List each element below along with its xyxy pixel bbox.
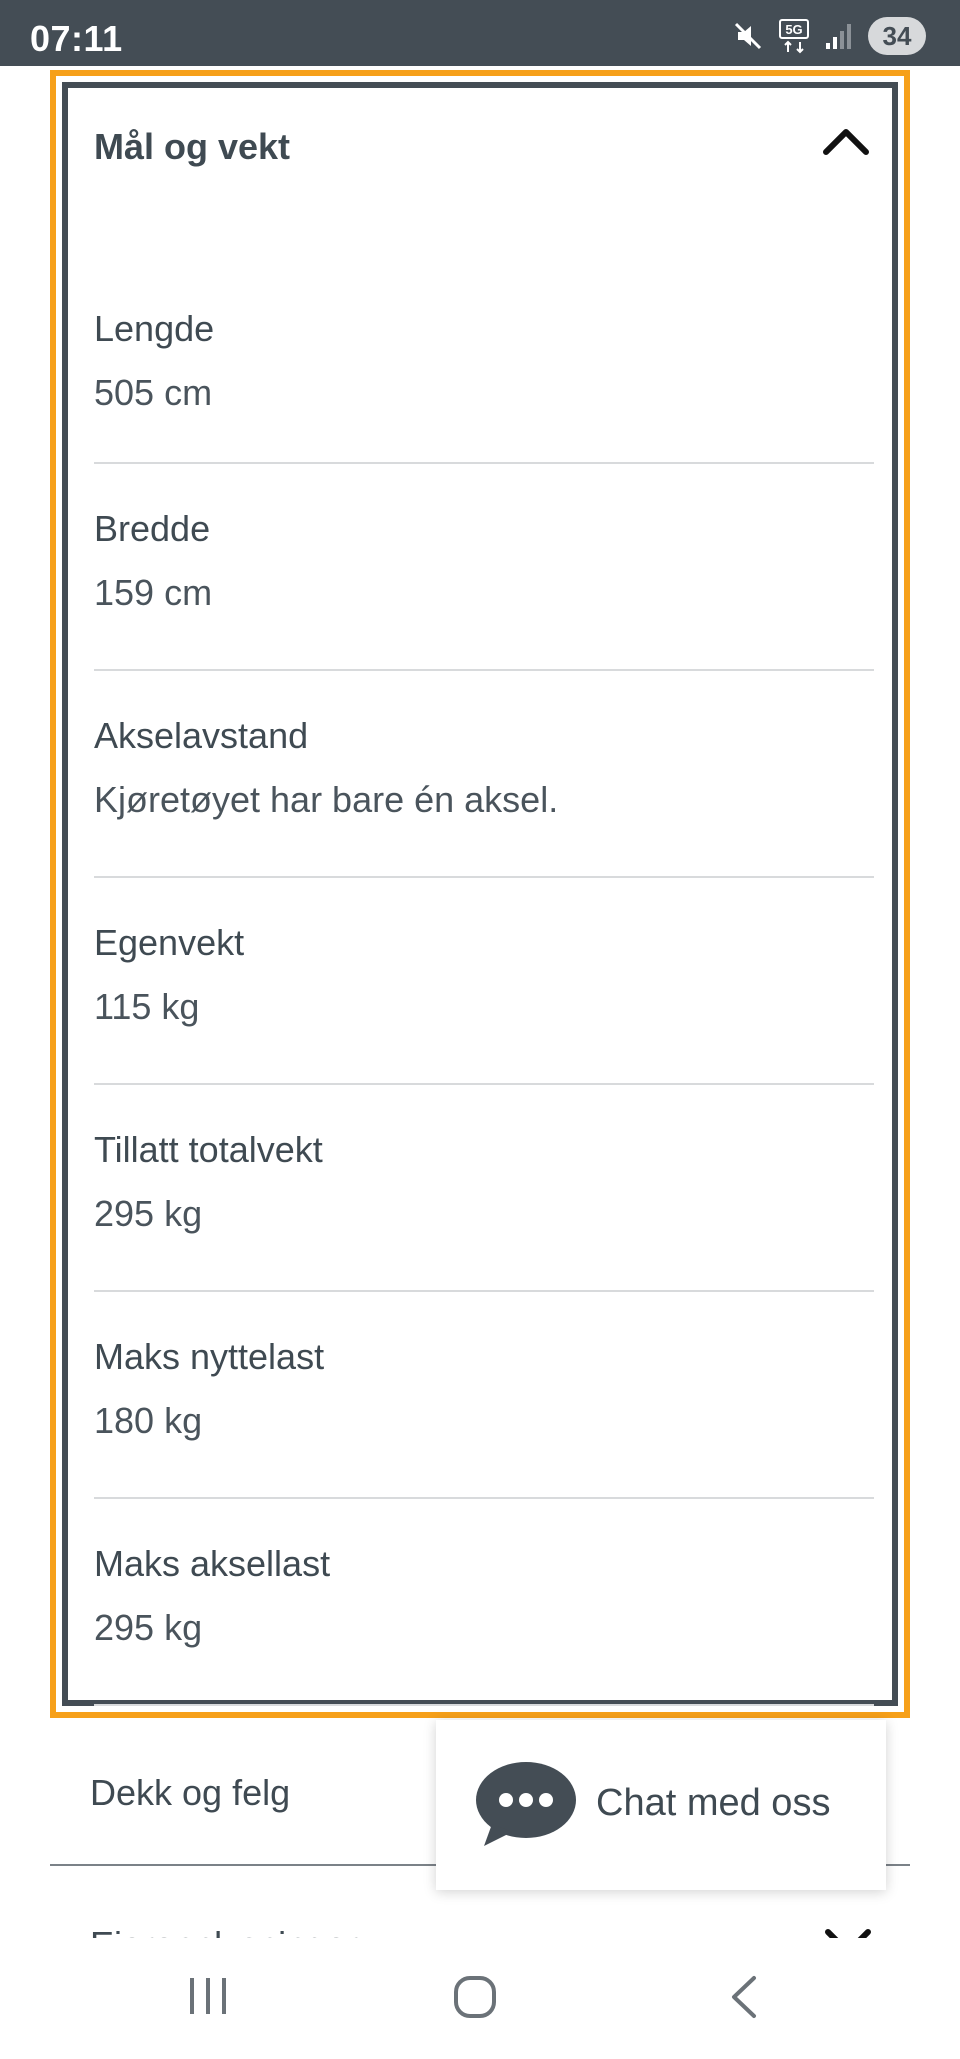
spec-value: 295 kg [94, 1607, 203, 1648]
spec-label: Akselavstand [94, 715, 309, 756]
spec-list: Lengde 505 cm Bredde 159 cm Akselavstand… [94, 218, 874, 1706]
spec-value: 115 kg [94, 986, 200, 1027]
chat-label: Chat med oss [596, 1782, 831, 1824]
5g-icon: 5G [778, 18, 810, 54]
spec-value: 295 kg [94, 1193, 203, 1234]
spec-label: Lengde [94, 308, 215, 349]
spec-label: Tillatt totalvekt [94, 1129, 323, 1170]
signal-icon [824, 21, 854, 51]
status-bar: 07:11 5G 34 [0, 0, 960, 66]
chat-bubble-icon [474, 1760, 578, 1853]
section-title: Eieropplysninger [90, 1924, 358, 1938]
section-title: Dekk og felg [90, 1772, 291, 1813]
home-icon[interactable] [452, 1974, 498, 2025]
spec-value: 159 cm [94, 572, 213, 613]
spec-label: Egenvekt [94, 922, 245, 963]
spec-row-tillatt-totalvekt: Tillatt totalvekt 295 kg [94, 1085, 874, 1292]
spec-label: Maks nyttelast [94, 1336, 325, 1377]
spec-value: Kjøretøyet har bare én aksel. [94, 779, 559, 820]
chevron-up-icon[interactable] [822, 126, 870, 161]
spec-row-lengde: Lengde 505 cm [94, 218, 874, 464]
svg-text:5G: 5G [785, 22, 802, 37]
mute-icon [732, 20, 764, 52]
spec-row-maks-aksellast: Maks aksellast 295 kg [94, 1499, 874, 1706]
back-icon[interactable] [726, 1974, 762, 2025]
status-time: 07:11 [30, 18, 123, 59]
accordion-mal-og-vekt: Mål og vekt Lengde 505 cm Bredde 159 cm … [62, 82, 898, 1706]
section-title: Mål og vekt [94, 126, 291, 167]
spec-row-egenvekt: Egenvekt 115 kg [94, 878, 874, 1085]
spec-row-akselavstand: Akselavstand Kjøretøyet har bare én akse… [94, 671, 874, 878]
system-nav-bar [0, 1938, 960, 2059]
status-icons: 5G 34 [732, 16, 926, 56]
spec-row-maks-nyttelast: Maks nyttelast 180 kg [94, 1292, 874, 1499]
accordion-header[interactable]: Mål og vekt [68, 88, 892, 200]
recent-apps-icon[interactable] [186, 1974, 230, 2023]
spec-label: Bredde [94, 508, 211, 549]
spec-value: 505 cm [94, 372, 213, 413]
battery-icon: 34 [868, 17, 926, 55]
chevron-down-icon[interactable] [824, 1928, 872, 1938]
spec-value: 180 kg [94, 1400, 203, 1441]
chat-button[interactable]: Chat med oss [436, 1720, 886, 1890]
spec-row-bredde: Bredde 159 cm [94, 464, 874, 671]
spec-label: Maks aksellast [94, 1543, 331, 1584]
